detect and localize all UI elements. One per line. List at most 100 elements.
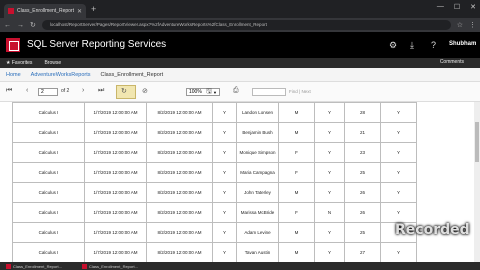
status-cell: Y <box>380 122 417 143</box>
status-cell: Y <box>380 242 417 263</box>
comments-button[interactable]: Comments <box>440 59 464 65</box>
student-name-cell: Marissa McBride <box>236 202 279 223</box>
age-cell: 28 <box>344 102 381 123</box>
star-icon[interactable]: ☆ <box>457 21 463 29</box>
gender-cell: F <box>278 202 315 223</box>
report-body: Calculus I 1/7/2019 12:00:00 AM 8/2/2019 1… <box>0 102 480 270</box>
enrolled-cell: Y <box>314 102 345 123</box>
age-cell: 25 <box>344 162 381 183</box>
status-cell: Y <box>380 142 417 163</box>
active-cell: Y <box>212 202 237 223</box>
new-tab-icon[interactable]: + <box>91 4 96 14</box>
favorites-bar: ★ Favorites Browse Comments <box>0 58 480 68</box>
forward-icon[interactable]: → <box>17 22 24 29</box>
back-to-parent-icon[interactable]: ⊘ <box>142 87 148 95</box>
reload-icon[interactable]: ↻ <box>30 21 36 29</box>
enrolled-cell: Y <box>314 222 345 243</box>
browse-link[interactable]: Browse <box>44 60 61 66</box>
print-icon[interactable]: ⎙ <box>233 87 239 95</box>
user-name[interactable]: Shubham <box>449 41 476 47</box>
end-date-cell: 8/2/2019 12:00:00 AM <box>146 242 213 263</box>
breadcrumb-folder[interactable]: AdventureWorksReports <box>31 72 91 78</box>
address-bar: ← → ↻ localhost/ReportServer/Pages/Repor… <box>0 18 480 32</box>
student-name-cell: Landon Lonsen <box>236 102 279 123</box>
status-cell: Y <box>380 182 417 203</box>
age-cell: 25 <box>344 222 381 243</box>
age-cell: 26 <box>344 182 381 203</box>
zoom-select[interactable]: 100% ▼ <box>186 88 220 96</box>
course-cell: Calculus I <box>12 102 85 123</box>
end-date-cell: 8/2/2019 12:00:00 AM <box>146 222 213 243</box>
download-icon[interactable]: ⤓ <box>410 40 414 51</box>
menu-icon[interactable]: ⋮ <box>469 21 476 29</box>
gender-cell: M <box>278 222 315 243</box>
download-item[interactable]: Class_Enrollment_Report... <box>6 263 62 269</box>
course-cell: Calculus I <box>12 222 85 243</box>
close-tab-icon[interactable]: ✕ <box>77 8 82 15</box>
status-cell: Y <box>380 202 417 223</box>
course-cell: Calculus I <box>12 162 85 183</box>
start-date-cell: 1/7/2019 12:00:00 AM <box>84 102 147 123</box>
first-page-icon[interactable]: ⏮ <box>6 87 12 95</box>
end-date-cell: 8/2/2019 12:00:00 AM <box>146 182 213 203</box>
age-cell: 26 <box>344 202 381 223</box>
favorites-link[interactable]: ★ Favorites <box>6 60 32 66</box>
export-icon[interactable]: 🖫 <box>206 87 212 98</box>
student-name-cell: Adam Levine <box>236 222 279 243</box>
enrolled-cell: Y <box>314 142 345 163</box>
end-date-cell: 8/2/2019 12:00:00 AM <box>146 142 213 163</box>
vertical-scrollbar[interactable] <box>474 102 480 270</box>
page-number-input[interactable]: 2 <box>38 88 58 96</box>
enrolled-cell: Y <box>314 242 345 263</box>
help-icon[interactable]: ? <box>431 40 436 50</box>
table-row: Calculus I1/7/2019 12:00:00 AM8/2/2019 1… <box>12 142 417 163</box>
table-row: Calculus I1/7/2019 12:00:00 AM8/2/2019 1… <box>12 242 417 263</box>
age-cell: 27 <box>344 242 381 263</box>
course-cell: Calculus I <box>12 122 85 143</box>
back-icon[interactable]: ← <box>4 22 11 29</box>
find-next-links[interactable]: Find | Next <box>289 89 311 94</box>
chevron-down-icon: ▼ <box>213 90 217 95</box>
enrolled-cell: N <box>314 202 345 223</box>
last-page-icon[interactable]: ⏭ <box>98 87 104 95</box>
ssrs-favicon-icon <box>8 8 14 14</box>
enrolled-cell: Y <box>314 162 345 183</box>
start-date-cell: 1/7/2019 12:00:00 AM <box>84 162 147 183</box>
student-name-cell: John Taterley <box>236 182 279 203</box>
refresh-icon: ↻ <box>121 88 127 95</box>
maximize-icon[interactable]: ☐ <box>454 3 460 11</box>
screen: Class_Enrollment_Report - SQL ... ✕ + — … <box>0 0 480 270</box>
window-controls: — ☐ ✕ <box>437 3 476 11</box>
age-cell: 23 <box>344 142 381 163</box>
course-cell: Calculus I <box>12 242 85 263</box>
enrolled-cell: Y <box>314 122 345 143</box>
table-row: Calculus I1/7/2019 12:00:00 AM8/2/2019 1… <box>12 162 417 183</box>
status-cell: Y <box>380 162 417 183</box>
recording-watermark: Recorded <box>395 222 470 238</box>
find-input[interactable] <box>252 88 286 96</box>
enrolled-cell: Y <box>314 182 345 203</box>
table-row: Calculus I1/7/2019 12:00:00 AM8/2/2019 1… <box>12 202 417 223</box>
report-toolbar: ⏮ ‹ 2 of 2 › ⏭ ↻ ⊘ 100% ▼ 🖫 ⎙ Find | Nex… <box>0 82 480 102</box>
scrollbar-thumb[interactable] <box>475 122 479 162</box>
minimize-icon[interactable]: — <box>437 3 444 11</box>
gear-icon[interactable]: ⚙ <box>389 40 397 51</box>
student-name-cell: Benjamin Bush <box>236 122 279 143</box>
breadcrumb-home[interactable]: Home <box>6 72 21 78</box>
prev-page-icon[interactable]: ‹ <box>26 87 28 94</box>
active-cell: Y <box>212 242 237 263</box>
start-date-cell: 1/7/2019 12:00:00 AM <box>84 202 147 223</box>
browser-tab[interactable]: Class_Enrollment_Report - SQL ... ✕ <box>4 4 86 18</box>
gender-cell: M <box>278 242 315 263</box>
student-name-cell: Monique Simpson <box>236 142 279 163</box>
url-input[interactable]: localhost/ReportServer/Pages/ReportViewe… <box>41 20 451 30</box>
close-window-icon[interactable]: ✕ <box>470 3 476 11</box>
zoom-value: 100% <box>189 89 202 95</box>
active-cell: Y <box>212 222 237 243</box>
start-date-cell: 1/7/2019 12:00:00 AM <box>84 222 147 243</box>
download-item[interactable]: Class_Enrollment_Report... <box>82 263 138 269</box>
gender-cell: M <box>278 102 315 123</box>
course-cell: Calculus I <box>12 202 85 223</box>
next-page-icon[interactable]: › <box>82 87 84 94</box>
file-icon <box>6 263 11 269</box>
